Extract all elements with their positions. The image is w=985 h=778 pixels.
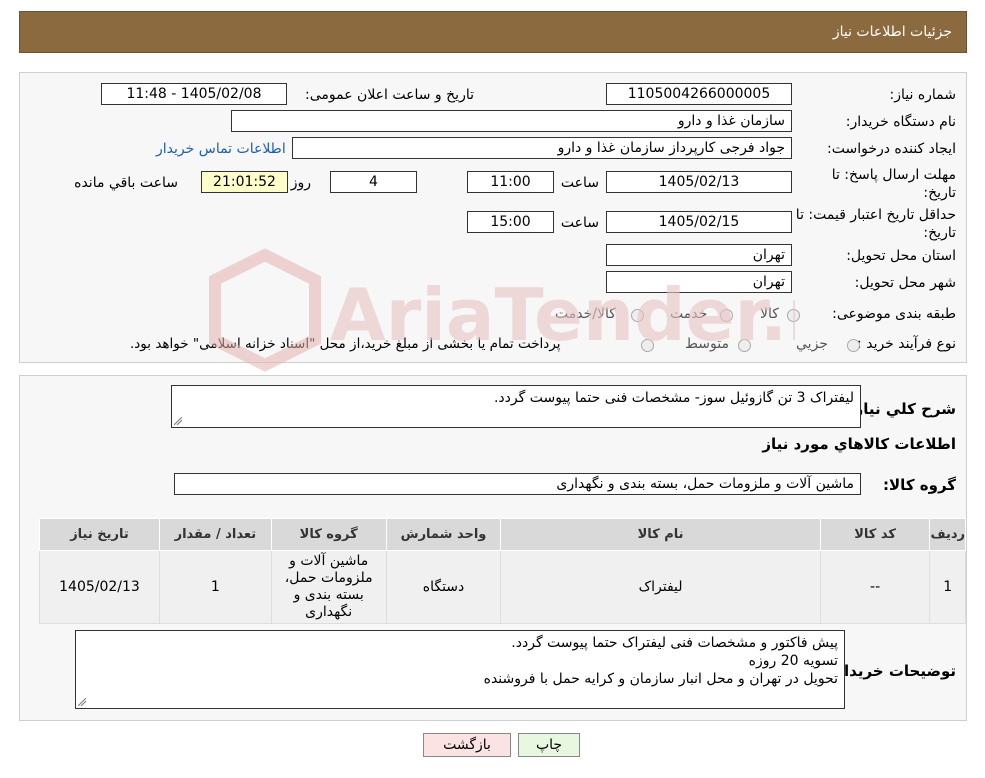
cell-group: ماشین آلات و ملزومات حمل، بسته بندی و نگ… xyxy=(270,550,387,624)
validity-label: حداقل تاریخ اعتبار قیمت: تا xyxy=(795,207,956,223)
validity-time-field[interactable]: 15:00 xyxy=(467,211,554,233)
cell-code: -- xyxy=(819,550,931,624)
col-row: رديف xyxy=(929,518,966,551)
summary-label: شرح كلي نياز: xyxy=(848,400,956,418)
col-date: تاريخ نياز xyxy=(39,518,160,551)
deadline-time-field[interactable]: 11:00 xyxy=(467,171,554,193)
cell-row: 1 xyxy=(929,550,966,624)
page-header: جزئیات اطلاعات نیاز xyxy=(19,11,967,53)
goods-panel: شرح كلي نياز: لیفتراک 3 تن گازوئیل سوز- … xyxy=(19,375,967,721)
category-service-radio[interactable] xyxy=(720,309,733,322)
category-label: طبقه بندی موضوعی: xyxy=(832,306,956,322)
validity-label-2: تاریخ: xyxy=(923,225,956,241)
group-label: گروه کالا: xyxy=(883,476,956,494)
goods-info-title: اطلاعات كالاهاي مورد نياز xyxy=(762,435,956,453)
buyer-note-line: تسویه 20 روزه xyxy=(748,653,838,669)
col-unit: واحد شمارش xyxy=(385,518,502,551)
col-code: كد كالا xyxy=(819,518,931,551)
cell-unit: دستگاه xyxy=(385,550,502,624)
col-group: گروه كالا xyxy=(270,518,387,551)
creator-label: ایجاد کننده درخواست: xyxy=(827,141,956,157)
process-treasury-checkbox[interactable] xyxy=(641,339,654,352)
cell-qty: 1 xyxy=(158,550,272,624)
process-label: نوع فرآیند خرید : xyxy=(857,336,956,352)
announce-label: تاریخ و ساعت اعلان عمومی: xyxy=(305,87,474,103)
process-note: پرداخت تمام یا بخشی از مبلغ خرید،از محل … xyxy=(130,336,561,352)
days-field[interactable]: 4 xyxy=(330,171,417,193)
process-medium-label: متوسط xyxy=(685,336,729,352)
province-label: استان محل تحویل: xyxy=(846,248,956,264)
province-field[interactable]: تهران xyxy=(606,244,792,266)
print-button[interactable]: چاپ xyxy=(518,733,580,757)
col-qty: تعداد / مقدار xyxy=(158,518,272,551)
buyer-notes-textarea[interactable]: پیش فاکتور و مشخصات فنی لیفتراک حتما پیو… xyxy=(75,630,845,709)
table-row[interactable]: 1 -- لیفتراک دستگاه ماشین آلات و ملزومات… xyxy=(39,550,966,624)
goods-table: رديف كد كالا نام كالا واحد شمارش گروه كا… xyxy=(39,518,966,624)
process-partial-radio[interactable] xyxy=(847,339,860,352)
cell-name: لیفتراک xyxy=(500,550,821,624)
table-header-row: رديف كد كالا نام كالا واحد شمارش گروه كا… xyxy=(39,518,966,551)
deadline-label-2: تاریخ: xyxy=(923,185,956,201)
cell-date: 1405/02/13 xyxy=(39,550,160,624)
buyer-note-line: پیش فاکتور و مشخصات فنی لیفتراک حتما پیو… xyxy=(511,635,838,651)
remaining-label: ساعت باقي مانده xyxy=(74,175,178,191)
category-goods-label: کالا xyxy=(760,306,779,322)
deadline-label: مهلت ارسال پاسخ: تا xyxy=(831,167,956,183)
category-goods-radio[interactable] xyxy=(787,309,800,322)
buyer-notes-label: توضیحات خریدار: xyxy=(829,662,956,680)
buyer-org-field[interactable]: سازمان غذا و دارو xyxy=(231,110,792,132)
category-goods-service-label: کالا/خدمت xyxy=(555,306,616,322)
need-number-field[interactable]: 1105004266000005 xyxy=(606,83,792,105)
deadline-time-label: ساعت xyxy=(560,175,599,191)
creator-field[interactable]: جواد فرجی کارپرداز سازمان غذا و دارو xyxy=(292,137,792,159)
buyer-note-line: تحویل در تهران و محل انبار سازمان و کرای… xyxy=(483,671,838,687)
need-info-panel: شماره نیاز: 1105004266000005 تاریخ و ساع… xyxy=(19,72,967,363)
announce-field[interactable]: 1405/02/08 - 11:48 xyxy=(101,83,287,105)
city-label: شهر محل تحویل: xyxy=(854,275,956,291)
need-number-label: شماره نیاز: xyxy=(889,87,957,103)
group-field[interactable]: ماشین آلات و ملزومات حمل، بسته بندی و نگ… xyxy=(174,473,861,495)
process-medium-radio[interactable] xyxy=(738,339,751,352)
summary-textarea[interactable]: لیفتراک 3 تن گازوئیل سوز- مشخصات فنی حتم… xyxy=(171,385,861,428)
resize-handle-icon[interactable] xyxy=(174,417,182,425)
summary-text: لیفتراک 3 تن گازوئیل سوز- مشخصات فنی حتم… xyxy=(493,390,854,406)
validity-time-label: ساعت xyxy=(560,215,599,231)
buyer-org-label: نام دستگاه خریدار: xyxy=(845,114,956,130)
process-partial-label: جزیي xyxy=(796,336,828,352)
city-field[interactable]: تهران xyxy=(606,271,792,293)
remaining-time-field[interactable]: 21:01:52 xyxy=(201,171,288,193)
buyer-contact-link[interactable]: اطلاعات تماس خریدار xyxy=(156,141,286,157)
resize-handle-icon[interactable] xyxy=(78,698,86,706)
category-goods-service-radio[interactable] xyxy=(631,309,644,322)
category-service-label: خدمت xyxy=(670,306,708,322)
col-name: نام كالا xyxy=(500,518,821,551)
back-button[interactable]: بازگشت xyxy=(423,733,511,757)
validity-date-field[interactable]: 1405/02/15 xyxy=(606,211,792,233)
deadline-date-field[interactable]: 1405/02/13 xyxy=(606,171,792,193)
page-title: جزئیات اطلاعات نیاز xyxy=(832,24,952,40)
